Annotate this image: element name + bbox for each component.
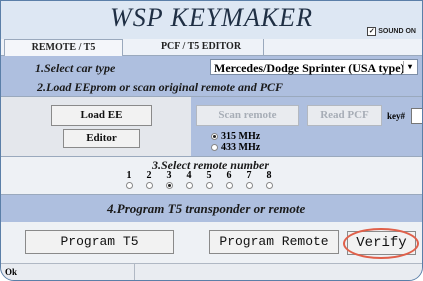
title-strip: WSP KEYMAKER ✓ SOUND ON bbox=[1, 1, 422, 39]
program-t5-button[interactable]: Program T5 bbox=[25, 230, 174, 254]
tab-pcf-t5-editor[interactable]: PCF / T5 EDITOR bbox=[139, 39, 264, 55]
remote-number-label: 6 bbox=[226, 170, 232, 181]
read-pcf-button[interactable]: Read PCF bbox=[307, 105, 382, 126]
sound-checkbox[interactable]: ✓ bbox=[367, 27, 377, 36]
freq-315-option[interactable]: 315 MHz bbox=[211, 131, 260, 142]
tab-bar: REMOTE / T5 PROGRAM PCF / T5 EDITOR bbox=[1, 39, 422, 69]
remote-number-radio[interactable] bbox=[226, 182, 233, 189]
remote-number-label: 4 bbox=[186, 170, 192, 181]
app-title: WSP KEYMAKER bbox=[110, 3, 313, 32]
remote-number-label: 2 bbox=[146, 170, 152, 181]
remote-number-radio[interactable] bbox=[246, 182, 253, 189]
freq-433-radio[interactable] bbox=[211, 144, 218, 151]
remote-number-radio[interactable] bbox=[186, 182, 193, 189]
app-window: WSP KEYMAKER ✓ SOUND ON REMOTE / T5 PROG… bbox=[0, 0, 423, 281]
key-number-input[interactable] bbox=[411, 108, 422, 124]
status-divider bbox=[134, 264, 135, 280]
remote-number-label: 5 bbox=[206, 170, 212, 181]
freq-315-radio[interactable] bbox=[211, 133, 218, 140]
remote-number-radio[interactable] bbox=[126, 182, 133, 189]
scan-remote-button[interactable]: Scan remote bbox=[196, 105, 299, 126]
load-ee-button[interactable]: Load EE bbox=[51, 105, 152, 126]
tab-remote-t5-program[interactable]: REMOTE / T5 PROGRAM bbox=[4, 39, 123, 69]
car-type-value: Mercedes/Dodge Sprinter (USA type) bbox=[214, 61, 405, 75]
remote-number-label: 1 bbox=[126, 170, 132, 181]
freq-315-label: 315 MHz bbox=[221, 131, 261, 142]
step1-label: 1.Select car type bbox=[35, 61, 116, 75]
freq-433-option[interactable]: 433 MHz bbox=[211, 142, 260, 153]
key-number-label: key# bbox=[387, 111, 405, 121]
status-bar: Ok bbox=[1, 263, 422, 280]
freq-433-label: 433 MHz bbox=[221, 142, 261, 153]
step2-label: 2.Load EEprom or scan original remote an… bbox=[37, 80, 284, 94]
sound-toggle[interactable]: ✓ SOUND ON bbox=[367, 27, 416, 36]
program-remote-button[interactable]: Program Remote bbox=[209, 230, 339, 254]
highlight-circle bbox=[343, 228, 419, 259]
sound-label: SOUND ON bbox=[378, 28, 416, 35]
editor-button[interactable]: Editor bbox=[63, 129, 140, 148]
remote-number-radio[interactable] bbox=[206, 182, 213, 189]
step4-label: 4.Program T5 transponder or remote bbox=[107, 201, 306, 216]
remote-number-radio[interactable] bbox=[266, 182, 273, 189]
remote-number-label: 8 bbox=[266, 170, 272, 181]
remote-number-radio[interactable] bbox=[146, 182, 153, 189]
remote-number-label: 3 bbox=[166, 170, 172, 181]
remote-number-radio[interactable] bbox=[166, 182, 173, 189]
remote-number-label: 7 bbox=[246, 170, 252, 181]
status-text: Ok bbox=[5, 267, 18, 277]
car-type-select[interactable]: Mercedes/Dodge Sprinter (USA type) ▾ bbox=[210, 59, 418, 75]
dropdown-arrow-icon[interactable]: ▾ bbox=[403, 61, 416, 73]
